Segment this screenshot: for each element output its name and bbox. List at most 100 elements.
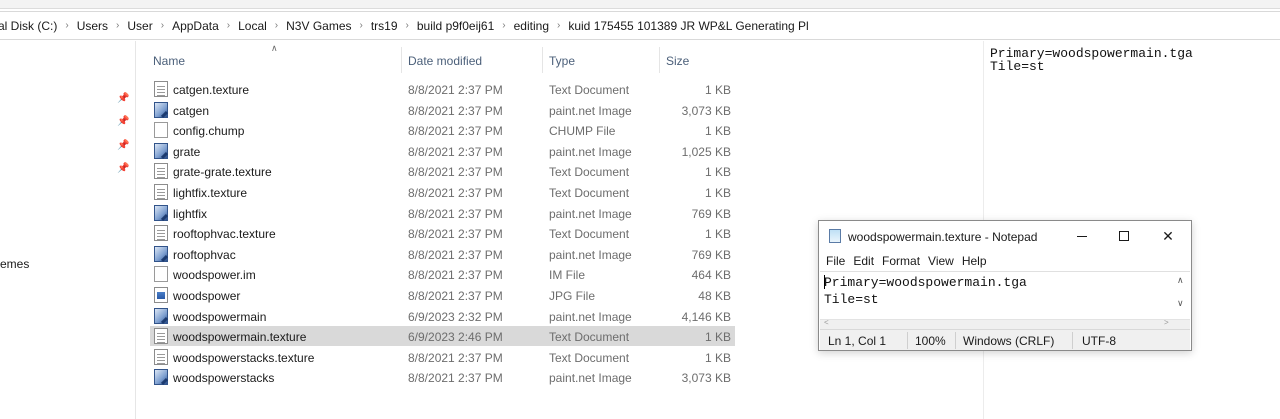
address-bar[interactable]: al Disk (C:) › Users › User › AppData › Local › N3…	[0, 11, 1280, 40]
breadcrumb-item[interactable]: trs19 ›	[371, 19, 417, 33]
breadcrumb-item[interactable]: AppData ›	[172, 19, 238, 33]
file-size: 4,146 KB	[681, 309, 731, 324]
column-header-date[interactable]: Date modified	[408, 54, 482, 68]
file-name: woodspowerstacks.texture	[173, 350, 315, 365]
scroll-right-icon[interactable]: >	[1164, 318, 1169, 327]
file-row[interactable]: woodspower.im 8/8/2021 2:37 PM IM File 464 …	[150, 264, 735, 284]
file-date-modified: 8/8/2021 2:37 PM	[408, 268, 503, 283]
file-row[interactable]: grate-grate.texture 8/8/2021 2:37 PM Text …	[150, 161, 735, 181]
file-row[interactable]: grate 8/8/2021 2:37 PM paint.net Image 1,02…	[150, 141, 735, 161]
sort-ascending-icon: ∧	[271, 43, 278, 53]
nav-item-label[interactable]: emes	[0, 257, 29, 271]
menu-item-format[interactable]: Format	[882, 254, 920, 271]
file-row[interactable]: catgen.texture 8/8/2021 2:37 PM Text Docum…	[150, 79, 735, 99]
file-size: 48 KB	[698, 289, 731, 303]
notepad-text[interactable]: Primary=woodspowermain.tga Tile=st	[824, 274, 1027, 308]
breadcrumb-chevron-icon[interactable]: ›	[557, 20, 560, 31]
breadcrumb-item[interactable]: N3V Games ›	[286, 19, 371, 33]
horizontal-scrollbar[interactable]: < >	[820, 318, 1190, 329]
close-button[interactable]: ✕	[1158, 226, 1178, 246]
text-document-icon	[154, 225, 168, 242]
maximize-icon	[1119, 231, 1129, 241]
scroll-up-icon[interactable]: ∧	[1177, 275, 1184, 286]
vertical-scrollbar[interactable]: ∧ ∨	[1173, 272, 1190, 320]
minimize-button[interactable]	[1072, 226, 1092, 246]
file-date-modified: 6/9/2023 2:46 PM	[408, 330, 503, 345]
scroll-left-icon[interactable]: <	[824, 318, 829, 327]
breadcrumb-chevron-icon[interactable]: ›	[161, 20, 164, 31]
breadcrumb-chevron-icon[interactable]: ›	[275, 20, 278, 31]
breadcrumb-item[interactable]: User ›	[127, 19, 172, 33]
file-date-modified: 8/8/2021 2:37 PM	[408, 227, 503, 242]
column-divider[interactable]	[401, 47, 402, 73]
file-row[interactable]: woodspowerstacks 8/8/2021 2:37 PM paint.ne…	[150, 367, 735, 387]
file-name: config.chump	[173, 124, 245, 139]
breadcrumb-item[interactable]: editing ›	[514, 19, 569, 33]
paintnet-image-icon	[154, 369, 168, 386]
breadcrumb-item[interactable]: build p9f0eij61 ›	[417, 19, 514, 33]
breadcrumb-chevron-icon[interactable]: ›	[502, 20, 505, 31]
breadcrumb-item[interactable]: Users ›	[77, 19, 128, 33]
file-date-modified: 8/8/2021 2:37 PM	[408, 103, 503, 118]
pin-icon[interactable]: 📌	[117, 140, 129, 152]
breadcrumb-item[interactable]: kuid 175455 101389 JR WP&L Generating Pl	[568, 19, 808, 33]
file-type: paint.net Image	[549, 247, 632, 262]
breadcrumb-item[interactable]: Local ›	[238, 19, 286, 33]
file-row[interactable]: lightfix.texture 8/8/2021 2:37 PM Text Doc…	[150, 182, 735, 202]
menu-item-view[interactable]: View	[928, 254, 954, 271]
menu-item-edit[interactable]: Edit	[853, 254, 874, 271]
breadcrumb-chevron-icon[interactable]: ›	[406, 20, 409, 31]
file-name: woodspower	[173, 289, 241, 303]
maximize-button[interactable]	[1114, 226, 1134, 246]
file-type: paint.net Image	[549, 371, 632, 386]
column-divider[interactable]	[542, 47, 543, 73]
file-row[interactable]: woodspowerstacks.texture 8/8/2021 2:37 PM…	[150, 347, 735, 367]
file-name: catgen.texture	[173, 83, 250, 97]
column-divider[interactable]	[659, 47, 660, 73]
file-row[interactable]: config.chump 8/8/2021 2:37 PM CHUMP File 1 …	[150, 120, 735, 140]
file-date-modified: 8/8/2021 2:37 PM	[408, 206, 503, 221]
file-row[interactable]: woodspower 8/8/2021 2:37 PM JPG File 48 KB	[150, 285, 735, 305]
notepad-text-area[interactable]: Primary=woodspowermain.tga Tile=st ∧ ∨	[820, 271, 1190, 320]
breadcrumb-chevron-icon[interactable]: ›	[227, 20, 230, 31]
pin-icon[interactable]: 📌	[117, 93, 129, 105]
file-type: IM File	[549, 268, 585, 283]
file-row[interactable]: catgen 8/8/2021 2:37 PM paint.net Image 3,0…	[150, 100, 735, 120]
breadcrumb-label: N3V Games	[286, 18, 352, 33]
scroll-down-icon[interactable]: ∨	[1177, 298, 1184, 309]
file-type: Text Document	[549, 83, 630, 97]
breadcrumb-chevron-icon[interactable]: ›	[65, 20, 68, 31]
column-header-size[interactable]: Size	[666, 54, 689, 68]
file-size: 464 KB	[691, 268, 731, 283]
menu-item-help[interactable]: Help	[962, 254, 987, 271]
file-row[interactable]: rooftophvac 8/8/2021 2:37 PM paint.net Ima…	[150, 244, 735, 264]
file-type: paint.net Image	[549, 103, 632, 118]
notepad-window[interactable]: woodspowermain.texture - Notepad ✕ File E…	[818, 220, 1192, 351]
navigation-pane: 📌 📌 📌 📌 emes	[0, 41, 136, 419]
column-header-name[interactable]: Name	[153, 54, 185, 68]
file-type: Text Document	[549, 350, 630, 365]
file-row[interactable]: woodspowermain 6/9/2023 2:32 PM paint.net …	[150, 306, 735, 326]
breadcrumb-chevron-icon[interactable]: ›	[116, 20, 119, 31]
file-row[interactable]: lightfix 8/8/2021 2:37 PM paint.net Image 7…	[150, 203, 735, 223]
file-row[interactable]: woodspowermain.texture 6/9/2023 2:46 PM Te…	[150, 326, 735, 347]
paintnet-image-icon	[154, 245, 168, 262]
file-size: 769 KB	[691, 206, 731, 221]
file-row[interactable]: rooftophvac.texture 8/8/2021 2:37 PM Text …	[150, 223, 735, 243]
notepad-title: woodspowermain.texture - Notepad	[848, 230, 1038, 244]
menu-item-file[interactable]: File	[826, 254, 845, 271]
pin-icon[interactable]: 📌	[117, 116, 129, 128]
breadcrumb-chevron-icon[interactable]: ›	[360, 20, 363, 31]
file-date-modified: 8/8/2021 2:37 PM	[408, 165, 503, 180]
breadcrumb-label: trs19	[370, 18, 398, 33]
notepad-titlebar[interactable]: woodspowermain.texture - Notepad ✕	[819, 221, 1191, 251]
pin-icon[interactable]: 📌	[117, 163, 129, 175]
text-document-icon	[154, 81, 168, 97]
file-name: lightfix.texture	[173, 186, 248, 200]
breadcrumb-item[interactable]: al Disk (C:) ›	[0, 19, 77, 33]
breadcrumb-label: kuid 175455 101389 JR WP&L Generating Pl	[568, 18, 809, 33]
preview-content: Primary=woodspowermain.tga Tile=st	[990, 47, 1193, 73]
column-header-type[interactable]: Type	[549, 54, 575, 68]
column-header-row: ∧ Name Date modified Type Size	[136, 41, 736, 79]
preview-line: Tile=st	[990, 59, 1045, 74]
